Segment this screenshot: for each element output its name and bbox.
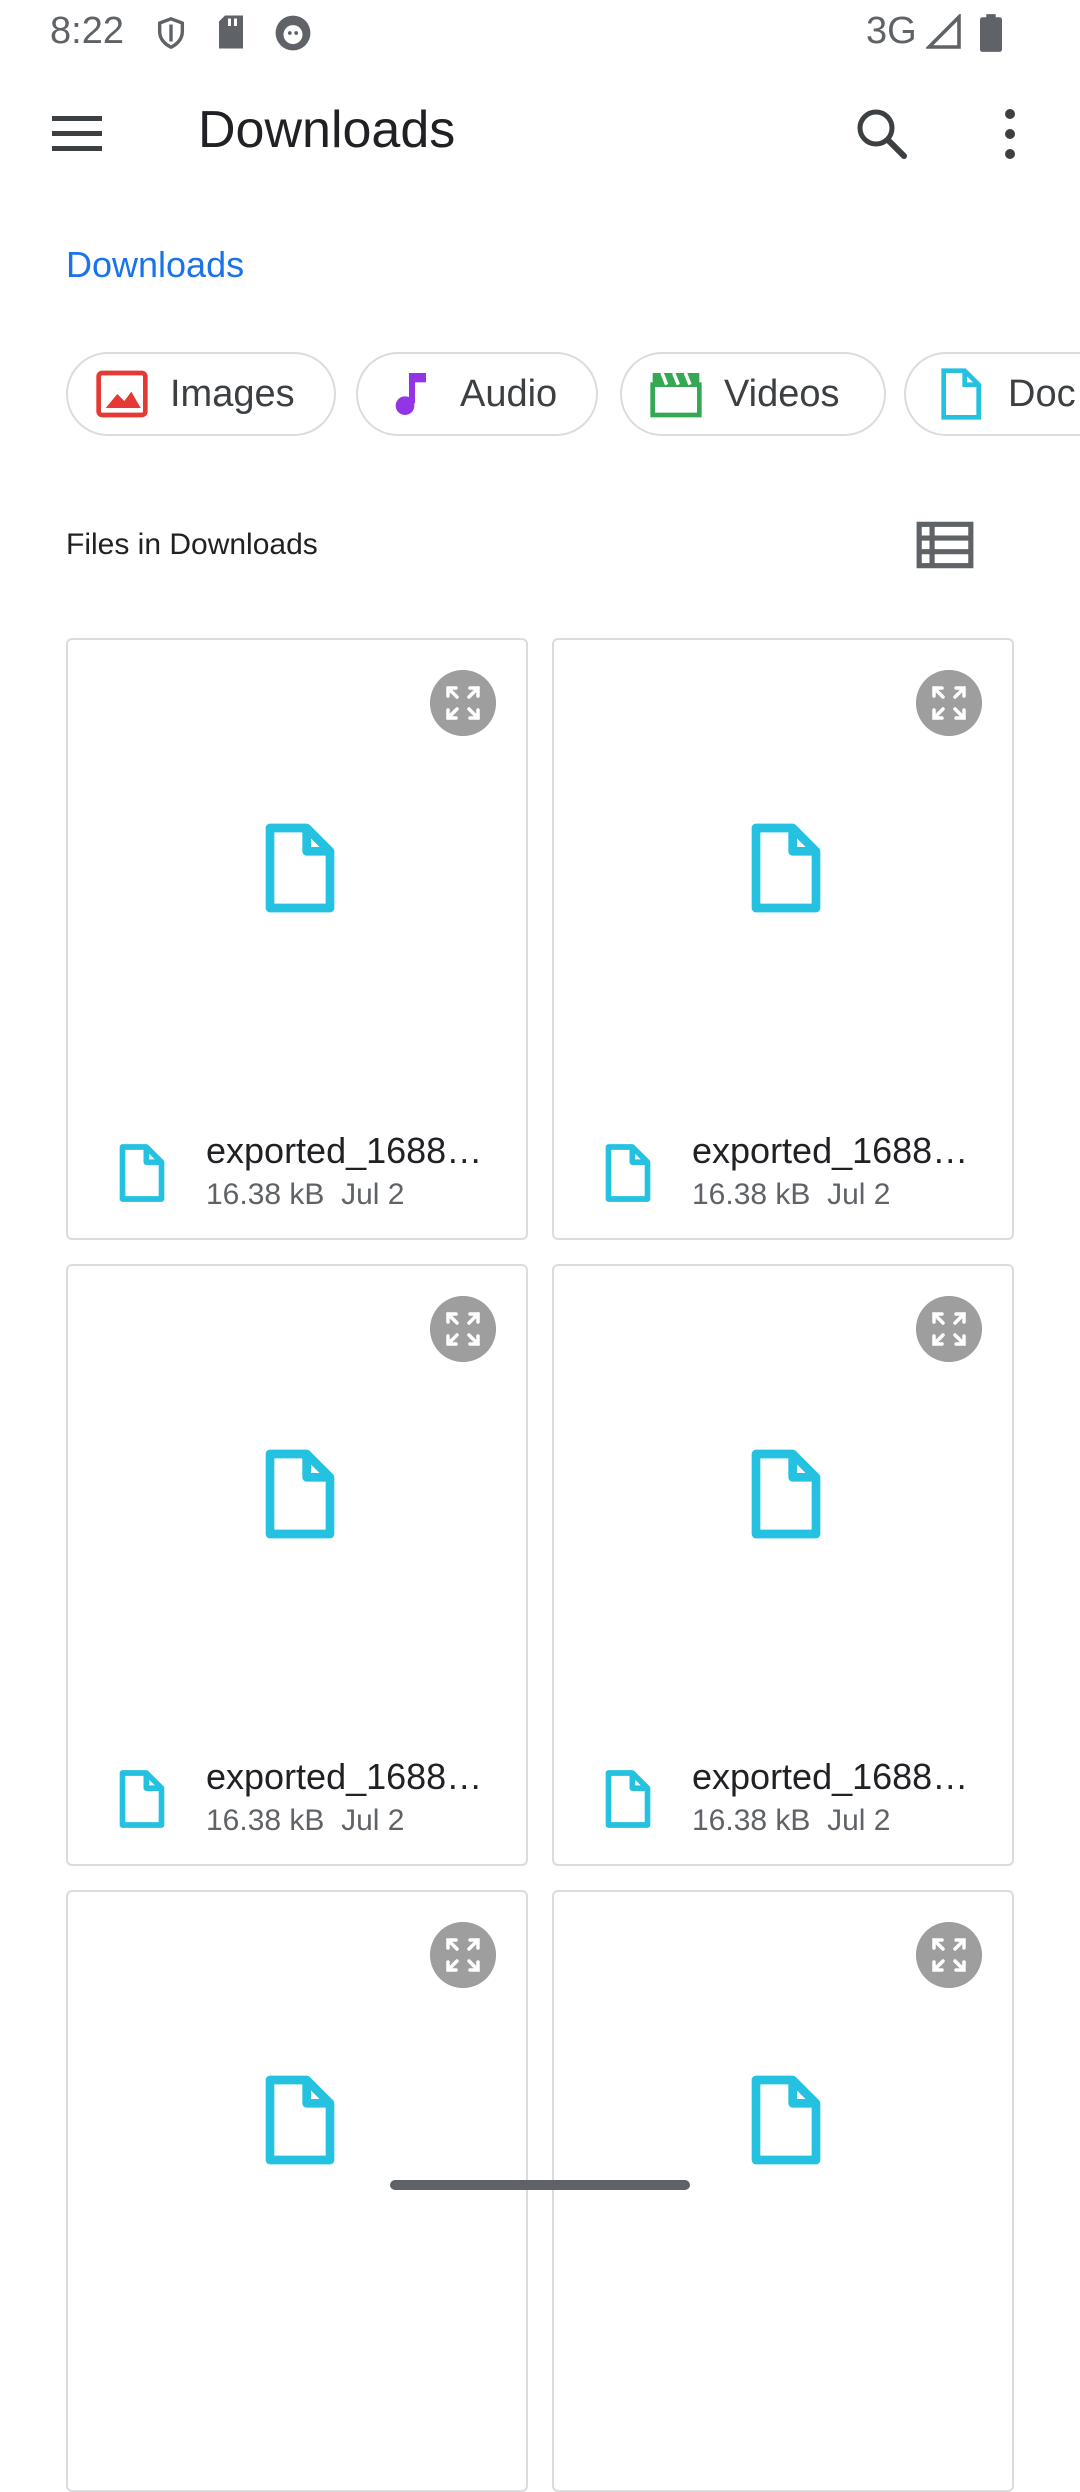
file-size: 16.38 kB — [692, 1178, 811, 1211]
home-indicator[interactable] — [390, 2180, 690, 2190]
file-thumbnail-icon — [265, 1449, 335, 1539]
list-view-icon[interactable] — [914, 514, 976, 576]
battery-icon — [980, 14, 1002, 52]
section-label: Files in Downloads — [66, 528, 318, 561]
file-name: exported_1688… — [206, 1756, 483, 1797]
file-name: exported_1688… — [206, 1130, 483, 1171]
search-icon[interactable] — [846, 98, 918, 170]
expand-preview-icon[interactable] — [916, 670, 982, 736]
expand-preview-icon[interactable] — [916, 1296, 982, 1362]
android-debug-icon — [275, 15, 311, 51]
movie-icon — [650, 372, 702, 418]
sd-card-icon — [219, 15, 243, 49]
status-time: 8:22 — [50, 10, 124, 52]
document-icon — [941, 368, 981, 420]
menu-icon[interactable] — [42, 104, 114, 164]
app-bar: Downloads — [0, 66, 1080, 200]
file-meta — [206, 2430, 223, 2464]
chip-videos[interactable]: Videos — [620, 352, 886, 436]
shield-icon — [157, 17, 185, 50]
file-thumbnail-icon — [751, 823, 821, 913]
file-type-icon — [605, 1770, 651, 1828]
chip-images[interactable]: Images — [66, 352, 336, 436]
expand-preview-icon[interactable] — [430, 670, 496, 736]
file-name: exported_1688… — [692, 1756, 969, 1797]
signal-icon — [926, 14, 961, 49]
category-chips: Images Audio Videos Doc — [66, 352, 1080, 440]
file-thumbnail-icon — [265, 823, 335, 913]
file-card[interactable]: exported_1688… 16.38 kB Jul 2 — [552, 1264, 1014, 1866]
file-meta — [692, 2430, 709, 2464]
file-card[interactable] — [552, 1890, 1014, 2492]
expand-preview-icon[interactable] — [430, 1922, 496, 1988]
breadcrumb[interactable]: Downloads — [66, 244, 244, 286]
file-date: Jul 2 — [827, 1804, 891, 1837]
file-meta: 16.38 kB Jul 2 — [206, 1804, 404, 1838]
expand-preview-icon[interactable] — [430, 1296, 496, 1362]
file-name: exported_1688… — [692, 1130, 969, 1171]
file-meta: 16.38 kB Jul 2 — [206, 1178, 404, 1212]
chip-label: Audio — [460, 372, 558, 415]
chip-documents[interactable]: Doc — [904, 352, 1080, 436]
file-thumbnail-icon — [265, 2075, 335, 2165]
file-card[interactable]: exported_1688… 16.38 kB Jul 2 — [552, 638, 1014, 1240]
file-size: 16.38 kB — [692, 1804, 811, 1837]
file-date: Jul 2 — [827, 1178, 891, 1211]
more-options-icon[interactable] — [974, 98, 1046, 170]
file-date: Jul 2 — [341, 1178, 405, 1211]
status-bar: 8:22 3G — [0, 0, 1080, 66]
file-size: 16.38 kB — [206, 1178, 325, 1211]
music-note-icon — [395, 373, 426, 415]
file-type-icon — [119, 1144, 165, 1202]
file-date: Jul 2 — [341, 1804, 405, 1837]
chip-label: Videos — [724, 372, 840, 415]
expand-preview-icon[interactable] — [916, 1922, 982, 1988]
file-type-icon — [119, 1770, 165, 1828]
file-thumbnail-icon — [751, 2075, 821, 2165]
file-card[interactable]: exported_1688… 16.38 kB Jul 2 — [66, 1264, 528, 1866]
file-thumbnail-icon — [751, 1449, 821, 1539]
chip-audio[interactable]: Audio — [356, 352, 598, 436]
file-type-icon — [605, 1144, 651, 1202]
chip-label: Images — [170, 372, 295, 415]
file-meta: 16.38 kB Jul 2 — [692, 1178, 890, 1212]
file-meta: 16.38 kB Jul 2 — [692, 1804, 890, 1838]
chip-label: Doc — [1008, 372, 1076, 415]
image-icon — [96, 370, 148, 418]
file-card[interactable] — [66, 1890, 528, 2492]
network-type: 3G — [866, 10, 917, 52]
file-size: 16.38 kB — [206, 1804, 325, 1837]
file-card[interactable]: exported_1688… 16.38 kB Jul 2 — [66, 638, 528, 1240]
page-title: Downloads — [198, 101, 456, 159]
